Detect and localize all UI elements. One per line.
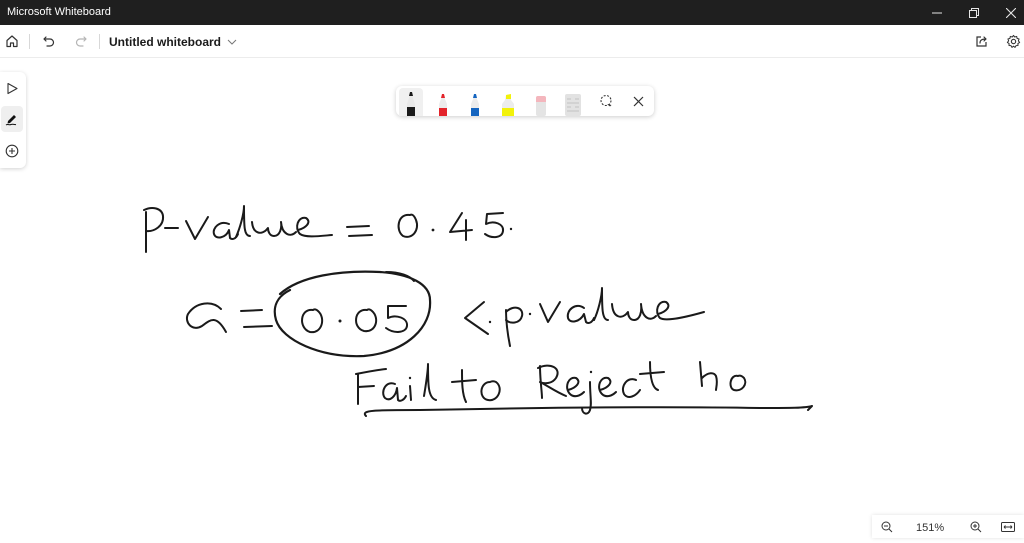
ink-line-pvalue — [143, 205, 513, 253]
gear-icon — [1006, 34, 1020, 48]
close-window-button[interactable] — [994, 0, 1024, 25]
divider — [99, 34, 100, 49]
home-button[interactable] — [0, 29, 24, 53]
zoom-out-button[interactable] — [878, 518, 896, 536]
restore-icon — [969, 7, 979, 18]
home-icon — [6, 35, 18, 48]
zoom-out-icon — [881, 521, 893, 533]
fit-to-screen-icon — [1001, 522, 1015, 532]
whiteboard-canvas[interactable] — [0, 58, 1024, 538]
document-title-button[interactable]: Untitled whiteboard — [109, 35, 237, 49]
zoom-in-button[interactable] — [967, 518, 985, 536]
redo-icon — [75, 36, 87, 47]
zoom-controls: 151% — [872, 515, 1024, 538]
minimize-button[interactable] — [920, 0, 954, 25]
ink-line-conclusion — [355, 361, 813, 417]
divider — [29, 34, 30, 49]
minimize-icon — [932, 12, 942, 13]
share-button[interactable] — [970, 29, 994, 53]
ink-line-alpha — [186, 270, 705, 358]
ink-layer — [143, 205, 813, 417]
share-icon — [976, 36, 987, 47]
zoom-level: 151% — [916, 522, 945, 534]
chevron-down-icon — [227, 39, 237, 45]
app-bar: Untitled whiteboard — [0, 25, 1024, 58]
window-title: Microsoft Whiteboard — [7, 6, 111, 18]
restore-button[interactable] — [957, 0, 991, 25]
fit-to-screen-button[interactable] — [999, 518, 1017, 536]
document-title: Untitled whiteboard — [109, 35, 221, 49]
redo-button[interactable] — [69, 29, 93, 53]
undo-button[interactable] — [37, 29, 61, 53]
title-bar: Microsoft Whiteboard — [0, 0, 1024, 25]
settings-button[interactable] — [1001, 29, 1024, 53]
zoom-in-icon — [970, 521, 982, 533]
undo-icon — [43, 36, 55, 47]
close-icon — [1006, 7, 1016, 18]
